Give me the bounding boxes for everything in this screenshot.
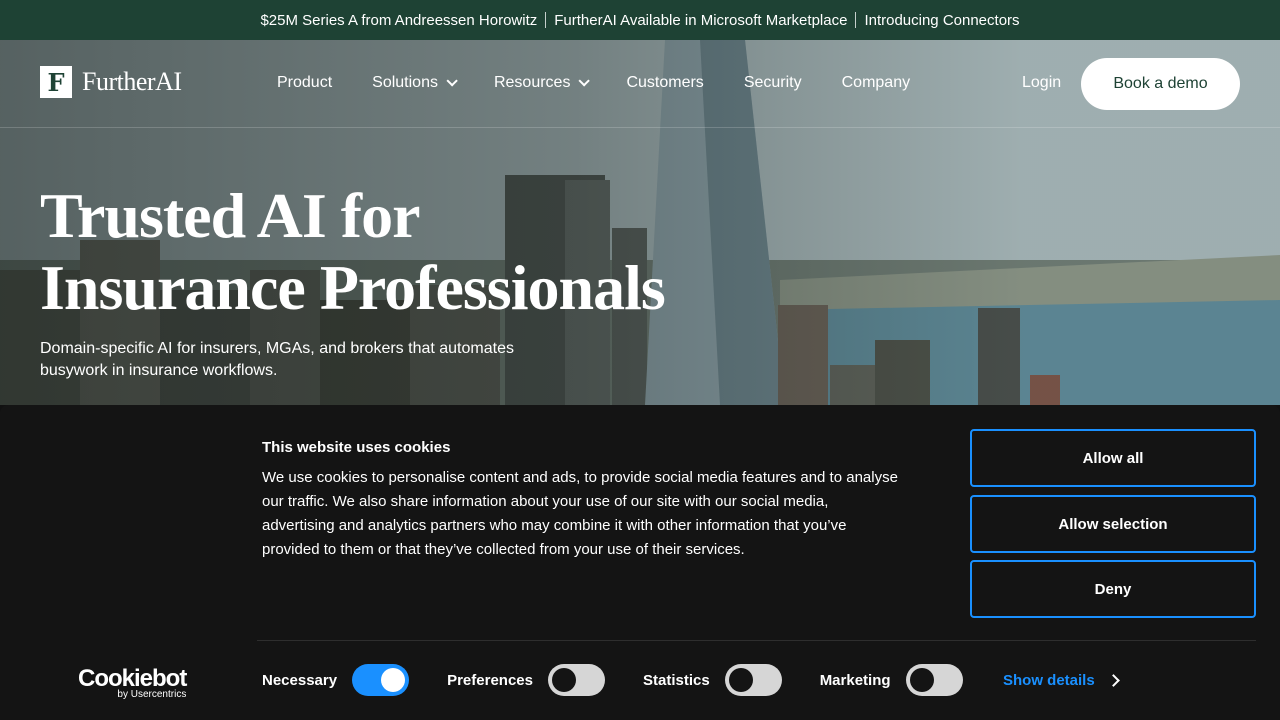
logo-mark-icon: F [40, 66, 72, 98]
hero-headline-line-1: Trusted AI for [40, 180, 420, 251]
necessary-label: Necessary [262, 671, 338, 689]
preferences-toggle[interactable] [547, 664, 605, 696]
nav-item-customers[interactable]: Customers [626, 74, 703, 92]
furtherai-logo[interactable]: F FurtherAI [40, 66, 182, 98]
nav-item-label: Security [743, 74, 802, 91]
hero-headline-line-2: Insurance Professionals [40, 252, 666, 323]
book-demo-button[interactable]: Book a demo [1081, 58, 1240, 110]
allow-all-button[interactable]: Allow all [970, 429, 1256, 487]
nav-item-product[interactable]: Product [277, 74, 332, 92]
cookie-consent-banner: This website uses cookies We use cookies… [0, 405, 1280, 720]
cookiebot-logo: Cookiebot by Usercentrics [78, 665, 187, 700]
cookie-title: This website uses cookies [262, 439, 451, 456]
nav-item-solutions[interactable]: Solutions [372, 74, 458, 92]
show-details-label: Show details [1003, 672, 1095, 689]
cookie-description: We use cookies to personalise content an… [262, 469, 898, 558]
statistics-label: Statistics [642, 671, 710, 689]
preferences-label: Preferences [447, 671, 533, 689]
nav-links: Product Solutions Resources Customers Se… [277, 74, 950, 92]
statistics-toggle[interactable] [724, 664, 782, 696]
nav-item-security[interactable]: Security [744, 74, 802, 92]
login-link[interactable]: Login [1022, 74, 1061, 92]
nav-item-label: Customers [626, 74, 704, 91]
necessary-toggle[interactable] [352, 664, 410, 696]
allow-selection-button[interactable]: Allow selection [970, 495, 1256, 553]
toggle-knob [551, 668, 576, 692]
announcement-link-series-a[interactable]: $25M Series A from Andreessen Horowitz [252, 12, 545, 29]
nav-item-label: Resources [493, 74, 571, 91]
chevron-down-icon [446, 75, 458, 87]
marketing-toggle[interactable] [905, 664, 963, 696]
hero-headline: Trusted AI for Insurance Professionals [40, 180, 666, 324]
deny-button[interactable]: Deny [970, 560, 1256, 618]
hero-section: F FurtherAI Product Solutions Resources … [0, 40, 1280, 405]
nav-item-company[interactable]: Company [842, 74, 910, 92]
nav-item-label: Company [841, 74, 911, 91]
announcement-link-connectors[interactable]: Introducing Connectors [856, 12, 1027, 29]
nav-item-resources[interactable]: Resources [493, 74, 591, 92]
chevron-down-icon [578, 75, 591, 87]
logo-wordmark: FurtherAI [82, 67, 182, 96]
main-navigation: F FurtherAI Product Solutions Resources … [0, 40, 1280, 128]
cookie-divider [257, 640, 1256, 641]
marketing-label: Marketing [819, 671, 891, 689]
toggle-knob [728, 668, 753, 692]
nav-item-label: Solutions [372, 74, 438, 91]
nav-item-label: Product [277, 74, 333, 91]
show-details-link[interactable]: Show details [1003, 672, 1120, 689]
announcement-link-marketplace[interactable]: FurtherAI Available in Microsoft Marketp… [546, 12, 855, 29]
announcement-bar: $25M Series A from Andreessen Horowitz F… [0, 0, 1280, 40]
hero-subheading: Domain-specific AI for insurers, MGAs, a… [40, 340, 514, 379]
toggle-knob [909, 668, 934, 692]
chevron-right-icon [1106, 674, 1120, 687]
toggle-knob [381, 668, 406, 692]
consent-toggles: Necessary Preferences Statistics Marketi… [262, 663, 963, 697]
